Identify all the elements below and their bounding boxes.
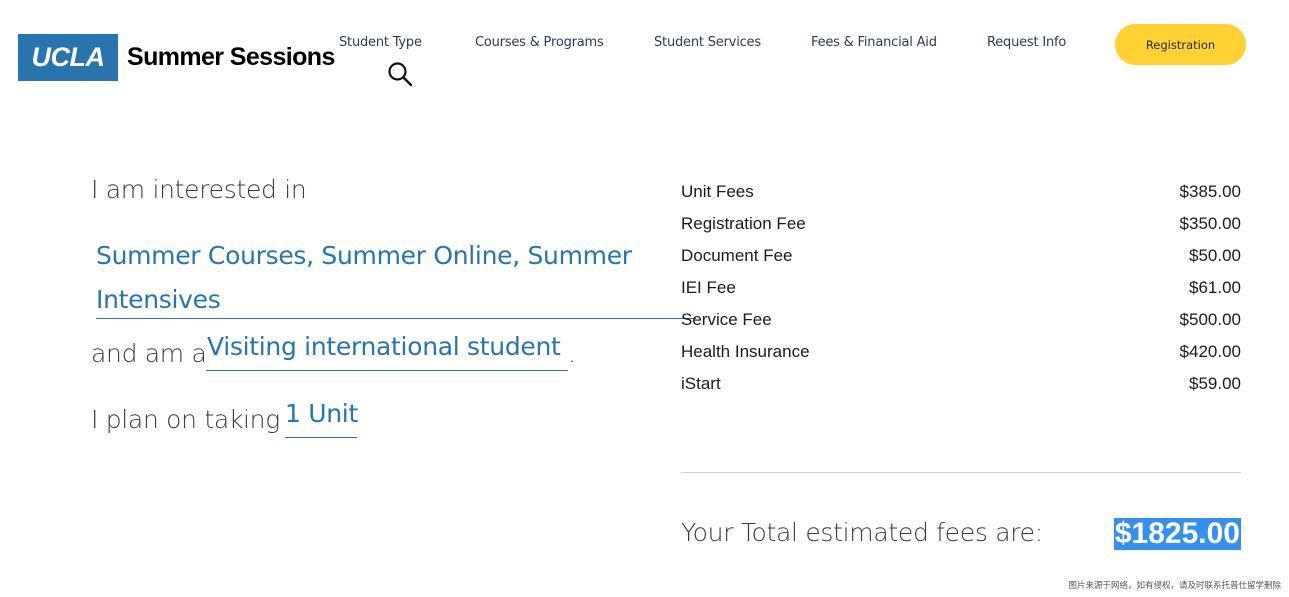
student-type-select[interactable]: Visiting international student <box>207 332 561 361</box>
total-label: Your Total estimated fees are: <box>681 518 1043 547</box>
fee-amount: $420.00 <box>1179 342 1241 361</box>
fee-row-unit-fees: Unit Fees $385.00 <box>681 176 1241 208</box>
fee-divider <box>681 472 1241 473</box>
fee-amount: $350.00 <box>1179 214 1241 233</box>
fee-amount: $500.00 <box>1179 310 1241 329</box>
fee-row-registration-fee: Registration Fee $350.00 <box>681 208 1241 240</box>
fee-row-document-fee: Document Fee $50.00 <box>681 240 1241 272</box>
program-select-underline <box>96 318 696 319</box>
fee-label: Service Fee <box>681 310 772 329</box>
fee-label: iStart <box>681 374 721 393</box>
fee-row-istart: iStart $59.00 <box>681 368 1241 400</box>
registration-button[interactable]: Registration <box>1115 24 1246 65</box>
student-type-underline <box>206 370 568 371</box>
image-watermark: 图片来源于网络，如有侵权，请及时联系托普仕留学删除 <box>1068 581 1281 591</box>
fee-amount: $50.00 <box>1189 246 1241 265</box>
nav-student-services[interactable]: Student Services <box>654 35 761 50</box>
fee-label: Document Fee <box>681 246 793 265</box>
units-label: I plan on taking <box>91 405 280 434</box>
fee-breakdown: Unit Fees $385.00 Registration Fee $350.… <box>681 176 1241 400</box>
ucla-logo-mark: UCLA <box>18 34 118 81</box>
nav-fees-financial-aid[interactable]: Fees & Financial Aid <box>811 35 937 50</box>
program-select[interactable]: Summer Courses, Summer Online, Summer In… <box>96 234 656 322</box>
logo-title: Summer Sessions <box>127 43 335 71</box>
units-underline <box>285 437 357 438</box>
fee-label: Unit Fees <box>681 182 754 201</box>
fee-amount: $385.00 <box>1179 182 1241 201</box>
sentence-period: . <box>568 339 576 368</box>
fee-label: IEI Fee <box>681 278 736 297</box>
fee-label: Health Insurance <box>681 342 810 361</box>
interest-label: I am interested in <box>91 175 307 204</box>
student-type-label: and am a <box>91 339 207 368</box>
fee-row-health-insurance: Health Insurance $420.00 <box>681 336 1241 368</box>
fee-amount: $59.00 <box>1189 374 1241 393</box>
total-value: $1825.00 <box>1113 517 1241 550</box>
fee-label: Registration Fee <box>681 214 806 233</box>
units-select[interactable]: 1 Unit <box>285 399 358 428</box>
search-icon[interactable] <box>387 61 413 87</box>
nav-student-type[interactable]: Student Type <box>339 35 422 50</box>
nav-courses-programs[interactable]: Courses & Programs <box>475 35 604 50</box>
fee-row-service-fee: Service Fee $500.00 <box>681 304 1241 336</box>
site-logo[interactable]: UCLA Summer Sessions <box>18 34 335 81</box>
fee-amount: $61.00 <box>1189 278 1241 297</box>
nav-request-info[interactable]: Request Info <box>987 35 1066 50</box>
fee-row-iei-fee: IEI Fee $61.00 <box>681 272 1241 304</box>
